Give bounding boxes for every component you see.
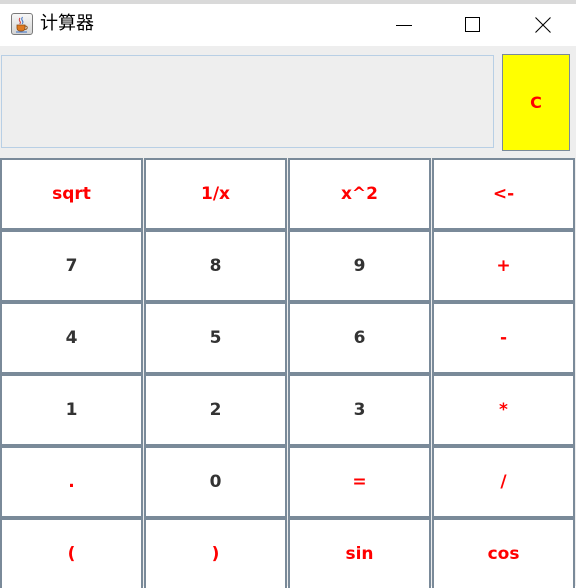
decimal-point-button[interactable]: . (0, 446, 143, 518)
sqrt-button[interactable]: sqrt (0, 158, 143, 230)
digit-0-button[interactable]: 0 (144, 446, 287, 518)
digit-4-button[interactable]: 4 (0, 302, 143, 374)
digit-9-button[interactable]: 9 (288, 230, 431, 302)
keypad: sqrt 1/x x^2 <- 7 8 9 + 4 5 6 - 1 2 3 * … (0, 158, 576, 588)
close-icon (535, 17, 551, 33)
digit-1-button[interactable]: 1 (0, 374, 143, 446)
subtract-button[interactable]: - (432, 302, 575, 374)
digit-8-button[interactable]: 8 (144, 230, 287, 302)
minimize-button[interactable] (381, 4, 427, 46)
open-paren-button[interactable]: ( (0, 518, 143, 588)
digit-2-button[interactable]: 2 (144, 374, 287, 446)
digit-7-button[interactable]: 7 (0, 230, 143, 302)
square-button[interactable]: x^2 (288, 158, 431, 230)
minimize-icon (396, 25, 412, 26)
title-bar[interactable]: 计算器 (0, 4, 576, 46)
close-button[interactable] (520, 4, 566, 46)
close-paren-button[interactable]: ) (144, 518, 287, 588)
cos-button[interactable]: cos (432, 518, 575, 588)
reciprocal-button[interactable]: 1/x (144, 158, 287, 230)
java-cup-icon (11, 13, 33, 35)
maximize-icon (465, 17, 480, 32)
display-field[interactable] (1, 55, 494, 148)
maximize-button[interactable] (450, 4, 496, 46)
sin-button[interactable]: sin (288, 518, 431, 588)
add-button[interactable]: + (432, 230, 575, 302)
multiply-button[interactable]: * (432, 374, 575, 446)
digit-3-button[interactable]: 3 (288, 374, 431, 446)
digit-5-button[interactable]: 5 (144, 302, 287, 374)
calculator-panel: C sqrt 1/x x^2 <- 7 8 9 + 4 5 6 - 1 2 3 … (0, 46, 576, 588)
window-title: 计算器 (40, 13, 94, 34)
clear-button[interactable]: C (502, 54, 570, 151)
equals-button[interactable]: = (288, 446, 431, 518)
divide-button[interactable]: / (432, 446, 575, 518)
digit-6-button[interactable]: 6 (288, 302, 431, 374)
backspace-button[interactable]: <- (432, 158, 575, 230)
